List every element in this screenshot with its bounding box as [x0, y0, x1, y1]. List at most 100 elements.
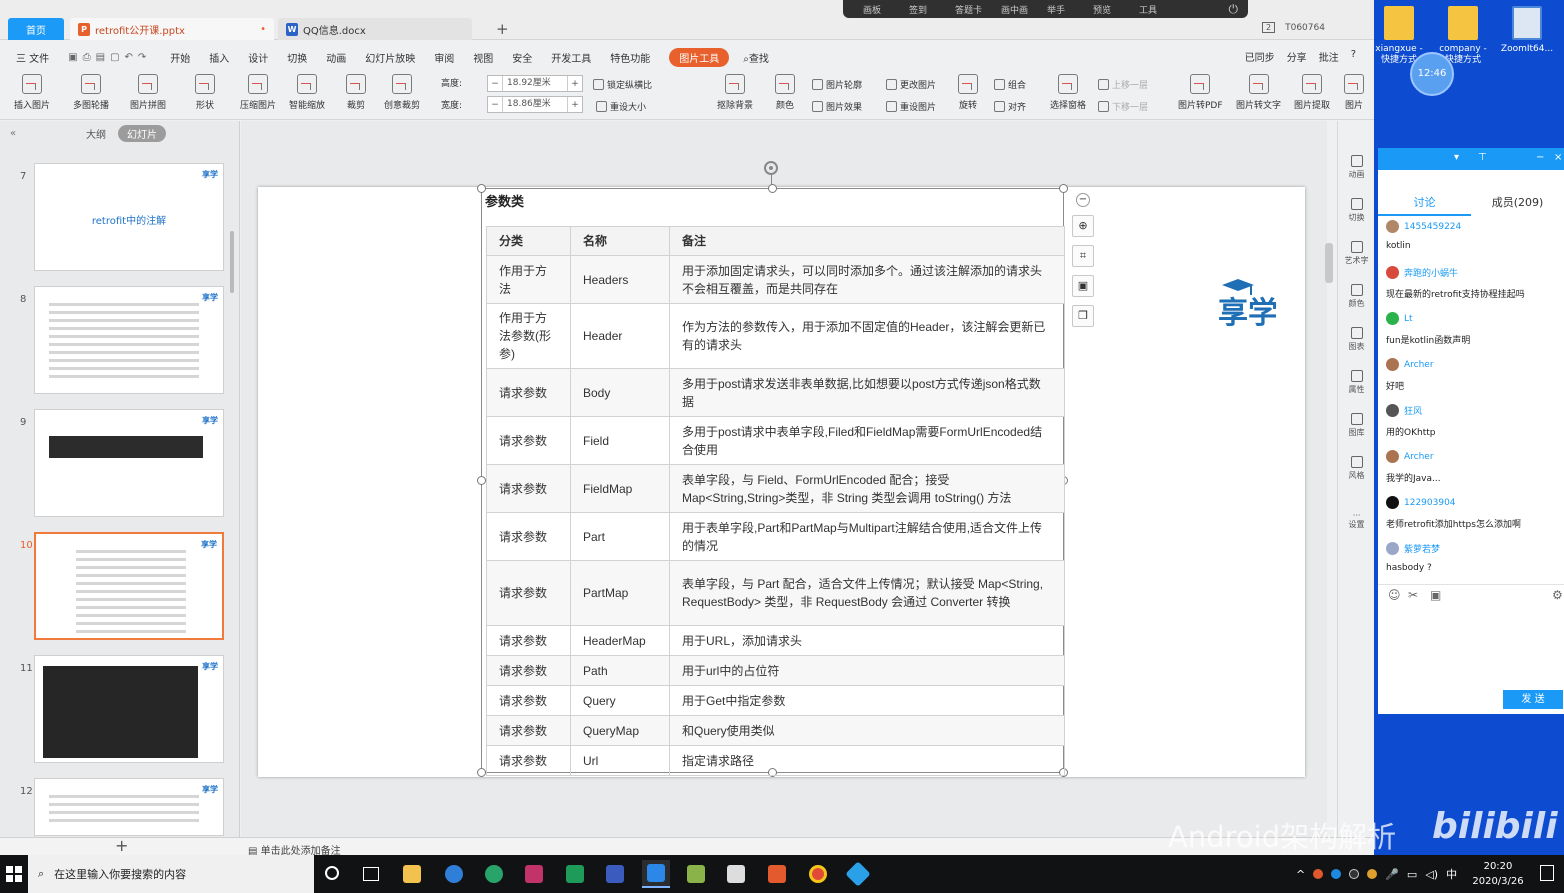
tray-app-icon[interactable] — [1313, 869, 1324, 879]
slide-thumbnail[interactable]: 享学 — [34, 778, 224, 836]
slides-tab[interactable]: 幻灯片 — [118, 124, 166, 142]
smart-scale-button[interactable]: 智能缩放 — [289, 74, 325, 111]
comment-button[interactable]: 批注 — [1319, 49, 1339, 64]
picture-frame-icon[interactable]: ▣ — [1072, 275, 1094, 297]
compress-button[interactable]: 压缩图片 — [240, 74, 276, 111]
xmind-icon[interactable] — [763, 860, 791, 888]
width-value[interactable]: 18.86厘米 — [502, 97, 568, 112]
menu-design[interactable]: 设计 — [248, 50, 268, 65]
remote-btn-pip[interactable]: 画中画 — [1001, 3, 1047, 16]
task-chart[interactable]: 图表 — [1338, 327, 1375, 352]
slide-thumbnail[interactable]: 享学 — [34, 655, 224, 763]
taskbar-clock[interactable]: 20:20 2020/3/26 — [1470, 859, 1526, 889]
classroom-app-icon[interactable] — [844, 860, 872, 888]
rotate-button[interactable]: 旋转 — [958, 74, 978, 111]
selection-pane-button[interactable]: 选择窗格 — [1050, 74, 1086, 111]
menu-insert[interactable]: 插入 — [209, 50, 229, 65]
collage-button[interactable]: 图片拼图 — [130, 74, 166, 111]
remove-bg-button[interactable]: 抠除背景 — [717, 74, 753, 111]
tab-home[interactable]: 首页 — [8, 18, 64, 40]
task-gallery[interactable]: 图库 — [1338, 413, 1375, 438]
height-minus[interactable]: − — [488, 79, 502, 89]
picture-effect-button[interactable]: 图片效果 — [812, 100, 862, 113]
intellij-icon[interactable] — [520, 860, 548, 888]
tab-pptx[interactable]: P retrofit公开课.pptx • — [70, 18, 274, 40]
shape-button[interactable]: 形状 — [195, 74, 215, 111]
bring-forward-button[interactable]: 上移一层 — [1098, 78, 1148, 91]
quick-access-icons[interactable]: ▣⎙▤▢↶↷ — [68, 52, 151, 63]
crop-icon[interactable]: ⌗ — [1072, 245, 1094, 267]
slide-thumbnail[interactable]: 享学 — [34, 409, 224, 517]
menu-transition[interactable]: 切换 — [287, 50, 307, 65]
slide-thumbnail[interactable]: 享学 retrofit中的注解 — [34, 163, 224, 271]
reset-picture-button[interactable]: 重设图片 — [886, 100, 936, 113]
gitkraken-icon[interactable] — [480, 860, 508, 888]
close-icon[interactable]: × — [1554, 152, 1562, 163]
scissors-icon[interactable]: ✂ — [1408, 588, 1418, 602]
carousel-button[interactable]: 多图轮播 — [73, 74, 109, 111]
change-picture-button[interactable]: 更改图片 — [886, 78, 936, 91]
chrome-icon[interactable] — [804, 860, 832, 888]
menu-review[interactable]: 审阅 — [434, 50, 454, 65]
remote-btn-draw[interactable]: 画板 — [863, 3, 909, 16]
picture-extract-button[interactable]: 图片提取 — [1294, 74, 1330, 111]
creative-crop-button[interactable]: 创意裁剪 — [384, 74, 420, 111]
crop-button[interactable]: 裁剪 — [346, 74, 366, 111]
zoom-in-icon[interactable]: ⊕ — [1072, 215, 1094, 237]
remote-btn-answer[interactable]: 答题卡 — [955, 3, 1001, 16]
emoji-icon[interactable]: ☺ — [1388, 588, 1401, 602]
menu-devtools[interactable]: 开发工具 — [551, 50, 591, 65]
volume-icon[interactable]: ◁) — [1425, 868, 1438, 881]
chat-username[interactable]: 122903904 — [1404, 498, 1456, 508]
cortana-icon[interactable] — [325, 866, 339, 880]
rotate-handle[interactable] — [764, 161, 778, 175]
task-animation[interactable]: 动画 — [1338, 155, 1375, 180]
notepad-icon[interactable] — [682, 860, 710, 888]
width-minus[interactable]: − — [488, 100, 502, 110]
canvas-vertical-scrollbar[interactable] — [1325, 243, 1333, 283]
resize-handle-ne[interactable] — [1059, 184, 1068, 193]
menu-animation[interactable]: 动画 — [326, 50, 346, 65]
insert-picture-button[interactable]: 插入图片 — [14, 74, 50, 111]
settings-icon[interactable]: ⚙ — [1552, 588, 1563, 602]
pin-icon[interactable]: ⊤ — [1478, 152, 1487, 163]
resize-handle-sw[interactable] — [477, 768, 486, 777]
notification-icon[interactable] — [1540, 865, 1554, 881]
group-button[interactable]: 组合 — [994, 78, 1026, 91]
chat-username[interactable]: 奔跑的小蜗牛 — [1404, 266, 1458, 279]
remote-btn-raise[interactable]: 举手 — [1047, 3, 1093, 16]
menu-search[interactable]: ⌕查找 — [743, 50, 769, 65]
task-color[interactable]: 颜色 — [1338, 284, 1375, 309]
visual-studio-icon[interactable] — [601, 860, 629, 888]
help-button[interactable]: ? — [1351, 49, 1356, 64]
menu-start[interactable]: 开始 — [170, 50, 190, 65]
menu-view[interactable]: 视图 — [473, 50, 493, 65]
remote-btn-tools[interactable]: 工具 — [1139, 3, 1185, 16]
chat-username[interactable]: 1455459224 — [1404, 222, 1461, 232]
slide-thumbnail-selected[interactable]: 享学 — [34, 532, 224, 640]
chat-username[interactable]: 狂风 — [1404, 404, 1422, 417]
menu-features[interactable]: 特色功能 — [610, 50, 650, 65]
height-value[interactable]: 18.92厘米 — [502, 76, 568, 91]
chat-username[interactable]: Lt — [1404, 314, 1413, 324]
outline-tab[interactable]: 大纲 — [86, 126, 106, 141]
thumbnail-scrollbar[interactable] — [230, 231, 234, 293]
task-transition[interactable]: 切换 — [1338, 198, 1375, 223]
height-plus[interactable]: + — [568, 79, 582, 89]
picture-more-button[interactable]: 图片 — [1344, 74, 1364, 111]
lock-ratio-checkbox[interactable]: 锁定纵横比 — [593, 78, 652, 91]
network-app-icon[interactable] — [440, 860, 468, 888]
align-button[interactable]: 对齐 — [994, 100, 1026, 113]
add-slide-button[interactable]: + — [115, 836, 128, 855]
collapse-pane-button[interactable]: « — [10, 128, 16, 139]
menu-file[interactable]: 三 文件 — [16, 50, 49, 65]
chat-username[interactable]: Archer — [1404, 452, 1434, 462]
send-backward-button[interactable]: 下移一层 — [1098, 100, 1148, 113]
sync-button[interactable]: 已同步 — [1245, 49, 1275, 64]
photos-icon[interactable] — [722, 860, 750, 888]
resize-handle-w[interactable] — [477, 476, 486, 485]
chat-username[interactable]: Archer — [1404, 360, 1434, 370]
resize-handle-n[interactable] — [768, 184, 777, 193]
tab-docx[interactable]: W QQ信息.docx — [278, 18, 472, 40]
microphone-icon[interactable]: 🎤 — [1385, 868, 1399, 881]
